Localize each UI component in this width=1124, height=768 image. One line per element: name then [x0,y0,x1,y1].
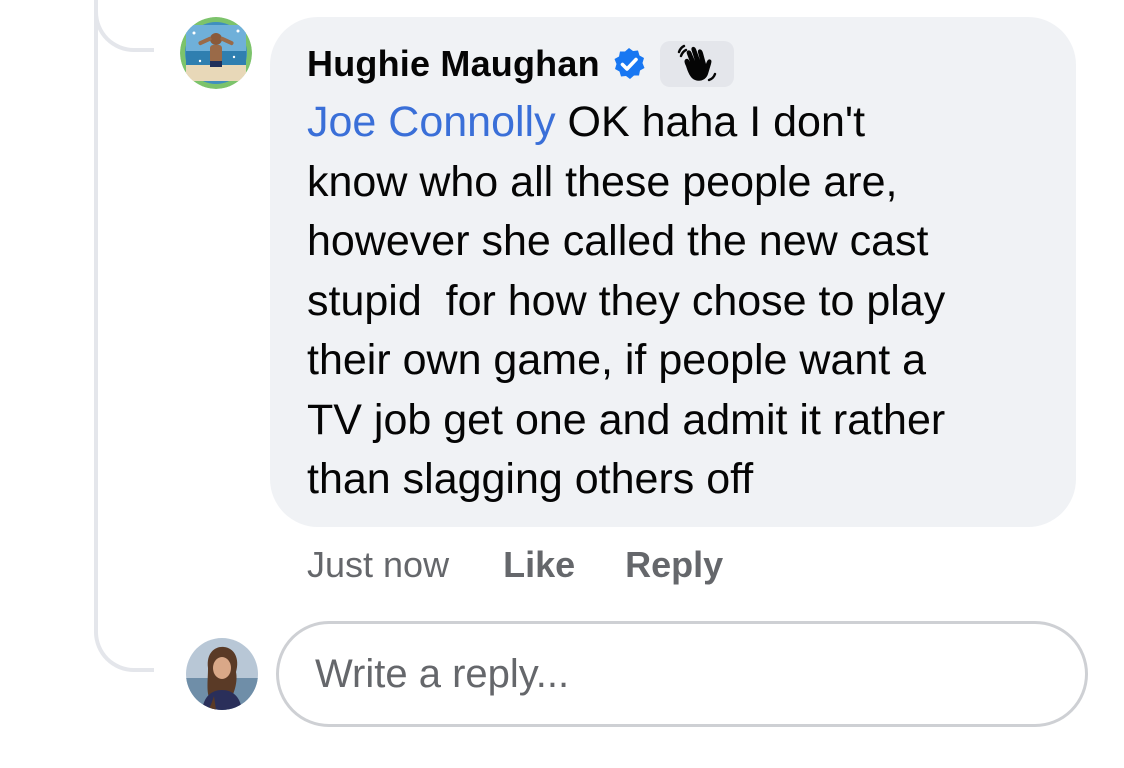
thread-connector-curve [94,600,154,672]
comment-bubble: Hughie Maughan Joe Connolly OK haha I do… [270,17,1076,527]
comment-line: know who all these people are, [307,157,898,206]
verified-badge-icon [612,47,646,81]
author-name[interactable]: Hughie Maughan [307,43,600,85]
comment-header: Hughie Maughan [307,39,1040,89]
reply-button[interactable]: Reply [625,544,723,586]
comment-line: however she called the new cast [307,217,929,265]
comment-line: stupid for how they chose to play [307,276,946,325]
timestamp[interactable]: Just now [307,544,449,586]
current-user-avatar[interactable] [186,638,258,710]
avatar[interactable] [180,17,252,89]
comment-line: TV job get one and admit it rather [307,395,946,444]
thread-connector-curve [94,0,154,52]
comment-line: than slagging others off [307,455,754,503]
like-button[interactable]: Like [503,544,575,586]
profile-photo [186,638,258,710]
mention-link[interactable]: Joe Connolly [307,98,556,146]
comment-text: Joe Connolly OK haha I don't know who al… [307,93,1040,510]
reply-input[interactable] [276,621,1088,727]
waving-hand-icon[interactable] [659,41,734,87]
comment-line: their own game, if people want a [307,336,927,384]
thread-connector-line [94,0,98,630]
comment-thread: Hughie Maughan Joe Connolly OK haha I do… [0,0,1124,768]
profile-photo [180,17,252,89]
comment-line: OK haha I don't [555,98,866,146]
comment-actions: Just now Like Reply [307,540,723,590]
